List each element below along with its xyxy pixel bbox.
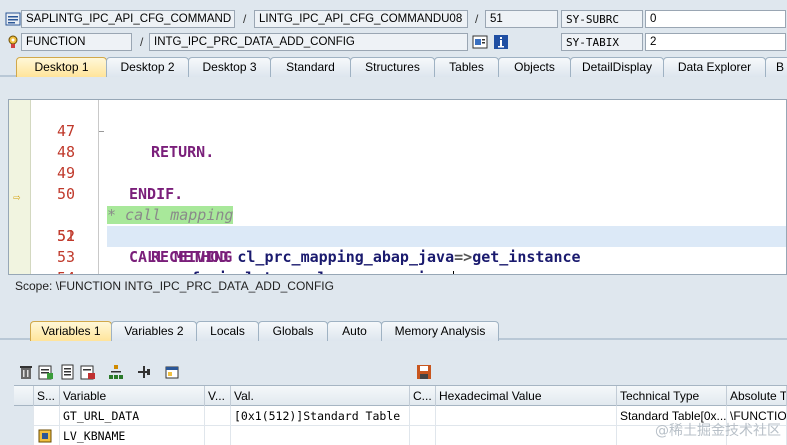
- code-line: 49: [9, 142, 786, 182]
- tab-auto[interactable]: Auto: [327, 321, 382, 341]
- col-variable[interactable]: Variable: [60, 386, 205, 406]
- tab-desktop-3[interactable]: Desktop 3: [188, 57, 271, 77]
- code-line-cursor: 53 ref_singleton = lr_prc_mapping.: [57, 226, 786, 274]
- tab-desktop-1[interactable]: Desktop 1: [16, 57, 107, 77]
- edit-icon[interactable]: [38, 364, 54, 380]
- separator: /: [243, 12, 247, 26]
- watchpoint-icon: [38, 429, 52, 443]
- cell-variable[interactable]: LV_KBNAME: [60, 426, 205, 445]
- source-code-editor[interactable]: 47 RETURN. 48 ENDIF. 49 50 * call mappin…: [8, 99, 787, 275]
- sy-tabix-label: SY-TABIX: [561, 33, 643, 51]
- scope-label: Scope: \FUNCTION INTG_IPC_PRC_DATA_ADD_C…: [15, 279, 334, 293]
- tab-globals[interactable]: Globals: [258, 321, 328, 341]
- hierarchy-icon[interactable]: [108, 364, 124, 380]
- tab-desktop-2[interactable]: Desktop 2: [106, 57, 189, 77]
- grid-header: S... Variable V... Val. C... Hexadecimal…: [14, 386, 787, 406]
- cell-status: [34, 406, 60, 426]
- col-v[interactable]: V...: [205, 386, 231, 406]
- col-hex-value[interactable]: Hexadecimal Value: [436, 386, 617, 406]
- delete-icon[interactable]: [18, 364, 34, 380]
- program-field[interactable]: SAPLINTG_IPC_API_CFG_COMMAND: [21, 10, 235, 28]
- code-line: 52 RECEIVING: [9, 205, 786, 266]
- display-source-icon[interactable]: [472, 34, 488, 50]
- variables-toolbar: [16, 362, 456, 382]
- line-number: 52: [56, 227, 75, 245]
- code-line-current: ⇨ 51 CALL METHOD cl_prc_mapping_abap_jav…: [9, 184, 786, 266]
- tab-tables[interactable]: Tables: [434, 57, 499, 77]
- row-selector[interactable]: [14, 426, 34, 445]
- separator: /: [140, 35, 144, 49]
- cell-variable[interactable]: GT_URL_DATA: [60, 406, 205, 426]
- include-field[interactable]: LINTG_IPC_API_CFG_COMMANDU08: [254, 10, 468, 28]
- program-icon: [5, 11, 21, 27]
- row-selector[interactable]: [14, 406, 34, 426]
- separator: /: [475, 12, 479, 26]
- gear-icon: [5, 33, 21, 49]
- code-line: 50 * call mapping: [9, 163, 786, 224]
- cell-c: [410, 426, 436, 445]
- sy-subrc-label: SY-SUBRC: [561, 10, 643, 28]
- sy-subrc-value[interactable]: 0: [645, 10, 786, 28]
- save-icon[interactable]: [416, 364, 432, 380]
- line-field[interactable]: 51: [485, 10, 558, 28]
- tab-detail-display[interactable]: DetailDisplay: [570, 57, 664, 77]
- tab-structures[interactable]: Structures: [350, 57, 435, 77]
- cell-value[interactable]: [231, 426, 410, 445]
- tab-memory-analysis[interactable]: Memory Analysis: [381, 321, 499, 341]
- tab-variables-2[interactable]: Variables 2: [111, 321, 197, 341]
- document-icon[interactable]: [60, 364, 76, 380]
- cell-value[interactable]: [0x1(512)]Standard Table: [231, 406, 410, 426]
- watermark: @稀土掘金技术社区: [655, 423, 781, 439]
- col-absolute-type[interactable]: Absolute T: [727, 386, 787, 406]
- event-name-field[interactable]: INTG_IPC_PRC_DATA_ADD_CONFIG: [149, 33, 468, 51]
- col-status[interactable]: S...: [34, 386, 60, 406]
- sy-tabix-value[interactable]: 2: [645, 33, 786, 51]
- event-type-field[interactable]: FUNCTION: [21, 33, 132, 51]
- variables-tabstrip: Variables 1 Variables 2 Locals Globals A…: [0, 319, 787, 341]
- col-technical-type[interactable]: Technical Type: [617, 386, 727, 406]
- event-info-row: FUNCTION / INTG_IPC_PRC_DATA_ADD_CONFIG …: [0, 32, 787, 54]
- program-info-row: SAPLINTG_IPC_API_CFG_COMMAND / LINTG_IPC…: [0, 9, 787, 31]
- cell-hex: [436, 406, 617, 426]
- tab-variables-1[interactable]: Variables 1: [30, 321, 112, 341]
- cell-c: [410, 406, 436, 426]
- info-icon[interactable]: [493, 34, 509, 50]
- col-c[interactable]: C...: [410, 386, 436, 406]
- tab-data-explorer[interactable]: Data Explorer: [663, 57, 766, 77]
- code-line: 54: [9, 247, 786, 274]
- tab-standard[interactable]: Standard: [270, 57, 351, 77]
- window-icon[interactable]: [164, 364, 180, 380]
- grid-header-rowselect: [14, 386, 34, 406]
- move-icon[interactable]: [136, 364, 152, 380]
- tab-locals[interactable]: Locals: [196, 321, 259, 341]
- cell-v: [205, 406, 231, 426]
- tab-more[interactable]: B: [765, 57, 787, 77]
- cell-v: [205, 426, 231, 445]
- save-layout-icon[interactable]: [80, 364, 96, 380]
- desktop-tabstrip: Desktop 1 Desktop 2 Desktop 3 Standard S…: [0, 55, 787, 77]
- code-line: 55 *************************************…: [9, 268, 786, 274]
- col-value[interactable]: Val.: [231, 386, 410, 406]
- code-line: 47 RETURN.: [9, 100, 786, 161]
- code-line: 48 ENDIF.: [9, 121, 786, 203]
- cell-hex: [436, 426, 617, 445]
- tab-objects[interactable]: Objects: [498, 57, 571, 77]
- cell-status: [34, 426, 60, 445]
